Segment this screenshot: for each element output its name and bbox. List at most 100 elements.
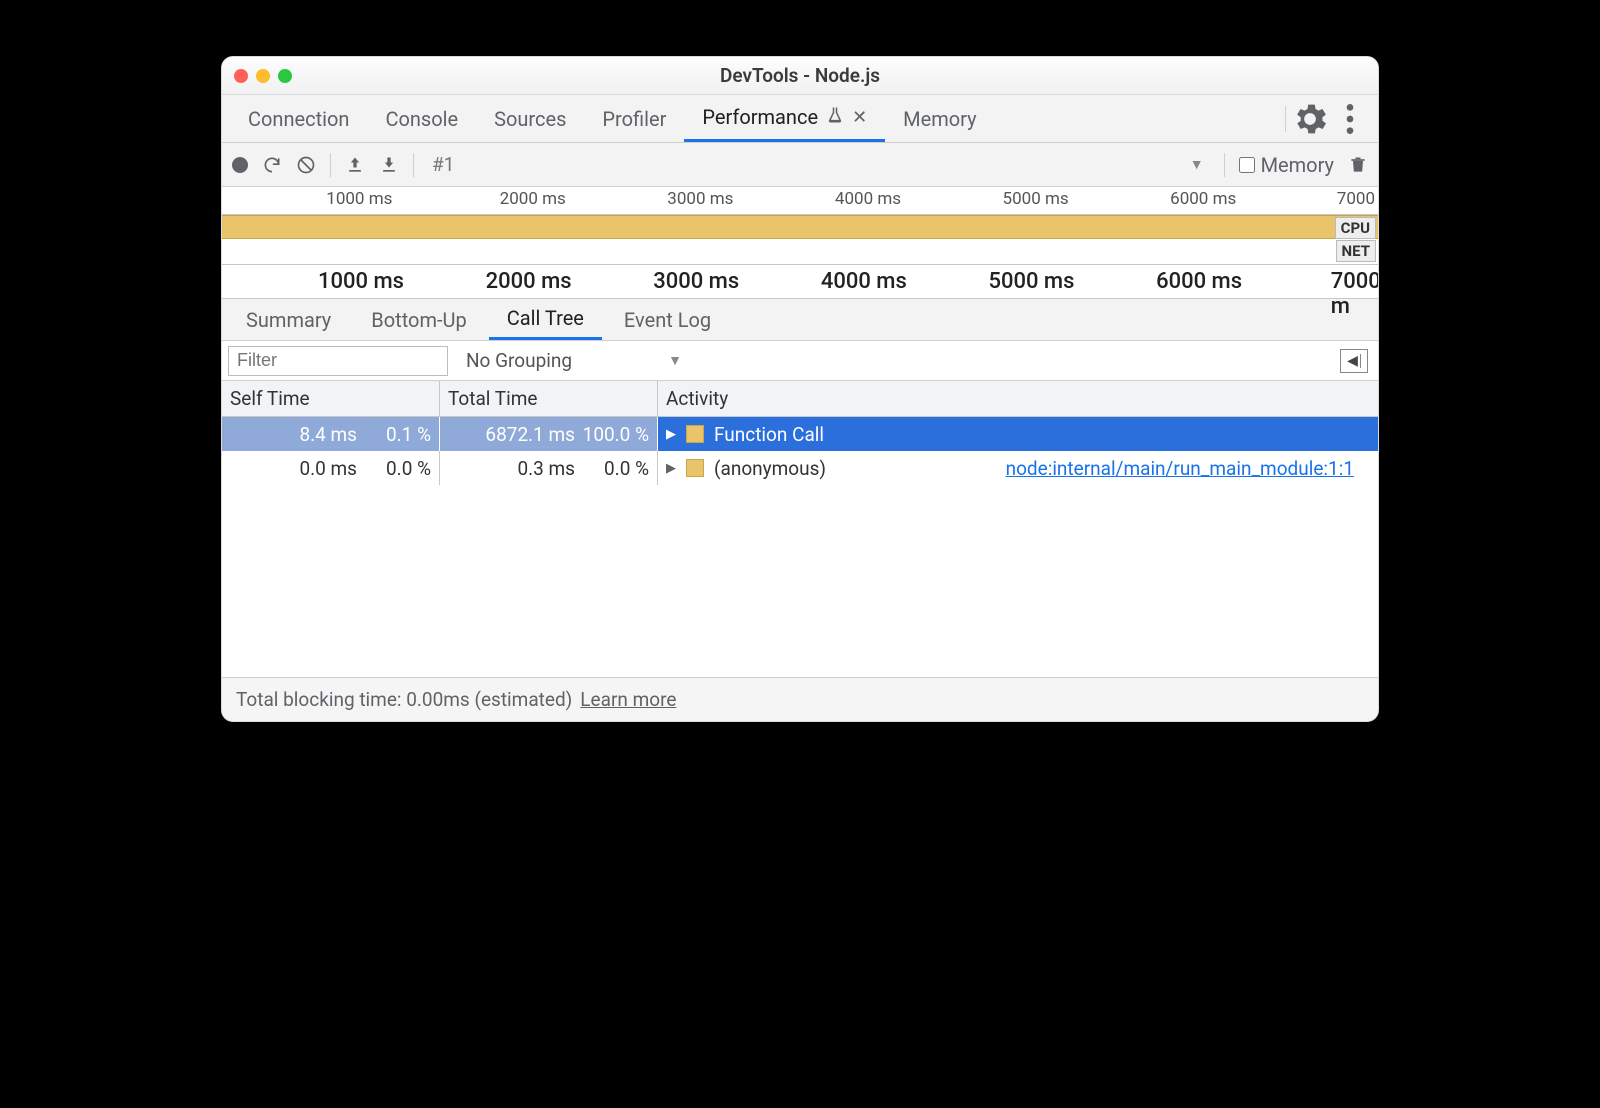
total-pct: 100.0 % xyxy=(575,423,649,446)
column-total-time[interactable]: Total Time xyxy=(440,381,658,416)
session-select[interactable]: #1 ▼ xyxy=(428,153,1210,176)
call-tree-table: 8.4 ms0.1 % 6872.1 ms100.0 % ▶ Function … xyxy=(222,417,1378,677)
tab-memory[interactable]: Memory xyxy=(885,95,994,142)
tick: 1000 ms xyxy=(318,269,407,294)
self-pct: 0.1 % xyxy=(357,423,431,446)
timeline-overview-ruler[interactable]: 1000 ms 2000 ms 3000 ms 4000 ms 5000 ms … xyxy=(222,187,1378,215)
window-title: DevTools - Node.js xyxy=(720,64,880,87)
minimize-window-button[interactable] xyxy=(256,69,270,83)
grouping-select[interactable]: No Grouping ▼ xyxy=(454,349,694,372)
close-window-button[interactable] xyxy=(234,69,248,83)
tick: 3000 ms xyxy=(667,189,736,209)
column-self-time[interactable]: Self Time xyxy=(222,381,440,416)
status-bar: Total blocking time: 0.00ms (estimated) … xyxy=(222,677,1378,721)
tab-call-tree[interactable]: Call Tree xyxy=(489,299,602,340)
chevron-down-icon: ▼ xyxy=(1190,156,1204,173)
save-profile-button[interactable] xyxy=(379,155,399,175)
filter-input[interactable] xyxy=(228,346,448,376)
learn-more-link[interactable]: Learn more xyxy=(580,688,676,711)
upload-icon xyxy=(345,155,365,175)
tick: 6000 ms xyxy=(1170,189,1239,209)
table-row[interactable]: 8.4 ms0.1 % 6872.1 ms100.0 % ▶ Function … xyxy=(222,417,1378,451)
tick: 1000 ms xyxy=(326,189,395,209)
tab-event-log[interactable]: Event Log xyxy=(606,299,729,340)
titlebar[interactable]: DevTools - Node.js xyxy=(222,57,1378,95)
tab-console[interactable]: Console xyxy=(367,95,476,142)
trash-icon xyxy=(1348,155,1368,175)
more-button[interactable] xyxy=(1330,95,1370,142)
tab-profiler[interactable]: Profiler xyxy=(584,95,684,142)
divider xyxy=(1285,106,1286,132)
reload-button[interactable] xyxy=(262,155,282,175)
net-band-label: NET xyxy=(1336,240,1376,262)
traffic-lights xyxy=(234,69,292,83)
session-label: #1 xyxy=(428,153,454,176)
separator xyxy=(330,153,331,177)
tick: 2000 ms xyxy=(486,269,575,294)
memory-checkbox-label: Memory xyxy=(1261,153,1334,177)
toggle-sidebar-button[interactable]: ◀ xyxy=(1340,349,1368,373)
category-swatch xyxy=(686,459,704,477)
close-icon[interactable]: ✕ xyxy=(852,107,867,128)
main-tabs: Connection Console Sources Profiler Perf… xyxy=(222,95,1378,143)
tab-connection[interactable]: Connection xyxy=(230,95,367,142)
activity-name: (anonymous) xyxy=(714,457,826,480)
expand-icon[interactable]: ▶ xyxy=(666,461,676,476)
tick: 4000 ms xyxy=(821,269,910,294)
gear-icon xyxy=(1290,99,1330,139)
memory-checkbox[interactable] xyxy=(1239,157,1255,173)
self-time: 0.0 ms xyxy=(261,457,357,480)
analysis-tabs: Summary Bottom-Up Call Tree Event Log xyxy=(222,299,1378,341)
experiment-icon xyxy=(826,106,844,129)
tick: 6000 ms xyxy=(1156,269,1245,294)
performance-toolbar: #1 ▼ Memory xyxy=(222,143,1378,187)
category-swatch xyxy=(686,425,704,443)
tick: 5000 ms xyxy=(988,269,1077,294)
clear-icon xyxy=(296,155,316,175)
self-time: 8.4 ms xyxy=(261,423,357,446)
chevron-left-icon: ◀ xyxy=(1347,353,1358,369)
separator xyxy=(413,153,414,177)
download-icon xyxy=(379,155,399,175)
expand-icon[interactable]: ▶ xyxy=(666,427,676,442)
tick: 7000 xyxy=(1337,189,1378,209)
load-profile-button[interactable] xyxy=(345,155,365,175)
tick: 5000 ms xyxy=(1003,189,1072,209)
cpu-band[interactable]: CPU xyxy=(222,215,1378,239)
cpu-band-label: CPU xyxy=(1335,217,1376,239)
table-header: Self Time Total Time Activity xyxy=(222,381,1378,417)
blocking-time-text: Total blocking time: 0.00ms (estimated) xyxy=(236,688,572,711)
tab-bottom-up[interactable]: Bottom-Up xyxy=(353,299,484,340)
kebab-icon xyxy=(1330,99,1370,139)
tick: 4000 ms xyxy=(835,189,904,209)
settings-button[interactable] xyxy=(1290,95,1330,142)
activity-name: Function Call xyxy=(714,423,824,446)
clear-button[interactable] xyxy=(296,155,316,175)
tab-performance-label: Performance xyxy=(702,105,818,129)
source-link[interactable]: node:internal/main/run_main_module:1:1 xyxy=(1006,457,1378,480)
self-pct: 0.0 % xyxy=(357,457,431,480)
total-pct: 0.0 % xyxy=(575,457,649,480)
table-row[interactable]: 0.0 ms0.0 % 0.3 ms0.0 % ▶ (anonymous) no… xyxy=(222,451,1378,485)
zoom-window-button[interactable] xyxy=(278,69,292,83)
devtools-window: DevTools - Node.js Connection Console So… xyxy=(221,56,1379,722)
record-button[interactable] xyxy=(232,157,248,173)
tick: 3000 ms xyxy=(653,269,742,294)
total-time: 0.3 ms xyxy=(479,457,575,480)
tab-performance[interactable]: Performance ✕ xyxy=(684,95,885,142)
column-activity[interactable]: Activity xyxy=(658,381,1378,416)
timeline-detail-ruler[interactable]: 1000 ms 2000 ms 3000 ms 4000 ms 5000 ms … xyxy=(222,265,1378,299)
filter-bar: No Grouping ▼ ◀ xyxy=(222,341,1378,381)
delete-button[interactable] xyxy=(1348,155,1368,175)
chevron-down-icon: ▼ xyxy=(668,352,682,369)
tab-summary[interactable]: Summary xyxy=(228,299,349,340)
separator xyxy=(1224,153,1225,177)
tab-sources[interactable]: Sources xyxy=(476,95,584,142)
net-band[interactable]: NET xyxy=(222,239,1378,265)
memory-toggle[interactable]: Memory xyxy=(1239,153,1334,177)
tick: 7000 m xyxy=(1331,269,1379,319)
tick: 2000 ms xyxy=(500,189,569,209)
bar-icon xyxy=(1360,354,1361,368)
total-time: 6872.1 ms xyxy=(479,423,575,446)
grouping-label: No Grouping xyxy=(466,349,572,372)
